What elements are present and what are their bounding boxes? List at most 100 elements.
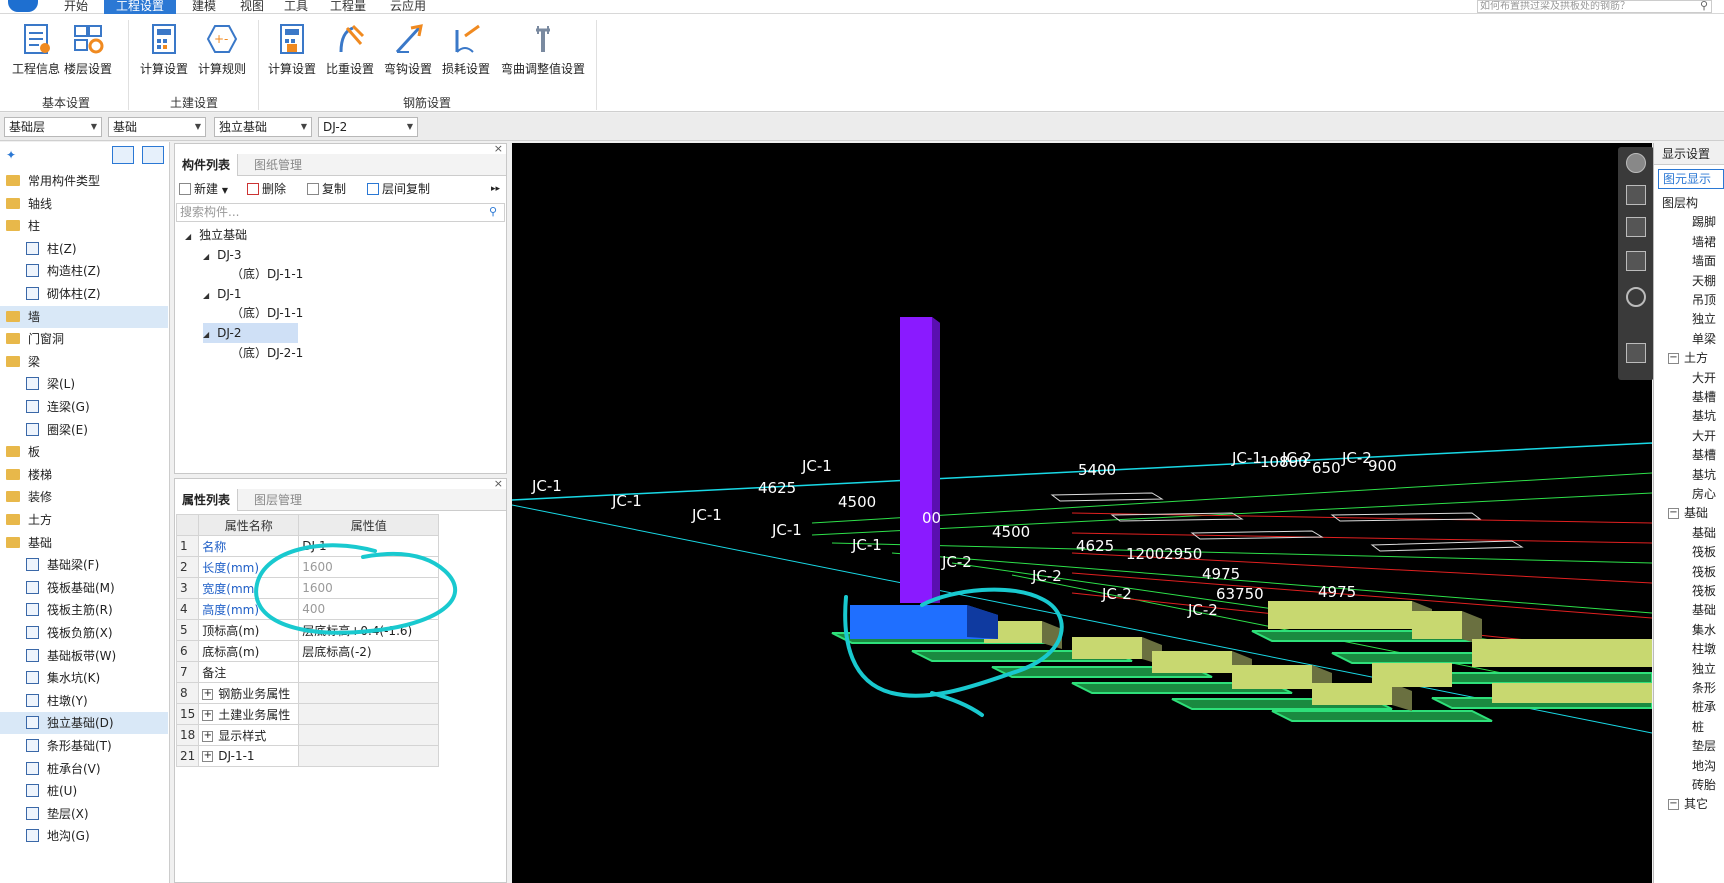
box-view-icon[interactable]	[1626, 251, 1646, 271]
more-icon[interactable]: ▸▸	[491, 180, 500, 198]
tree-item[interactable]: 墙	[0, 305, 168, 328]
display-tree-item[interactable]: 基础	[1654, 523, 1716, 544]
collapse-icon[interactable]: −	[1668, 353, 1679, 365]
display-tree-item[interactable]: 条形	[1654, 678, 1716, 699]
menu-item[interactable]: 视图	[228, 0, 276, 14]
display-tree-item[interactable]: 独立	[1654, 659, 1716, 680]
detail-view-icon[interactable]	[142, 146, 164, 164]
display-tree-item[interactable]: 筏板	[1654, 562, 1716, 583]
menu-item[interactable]: 开始	[52, 0, 100, 14]
tab-property-list[interactable]: 属性列表	[175, 489, 239, 511]
menu-item[interactable]: 工程设置	[104, 0, 177, 14]
component-tree-item[interactable]: （底）DJ-1-1	[231, 303, 303, 323]
civil-calc-settings-button[interactable]: 计算设置	[138, 22, 190, 84]
tree-item[interactable]: 梁	[0, 351, 168, 373]
display-tree-item[interactable]: 图层构	[1654, 193, 1698, 214]
display-tree-item[interactable]: 墙面	[1654, 251, 1716, 272]
menu-item[interactable]: 建模	[180, 0, 228, 14]
pin-icon[interactable]: ✦	[6, 148, 16, 162]
help-search-input[interactable]: 如何布置拱过梁及拱板处的钢筋？	[1477, 0, 1712, 13]
tree-item[interactable]: 砌体柱(Z)	[0, 283, 168, 305]
tree-item[interactable]: 垫层(X)	[0, 803, 168, 825]
tree-item[interactable]: 土方	[0, 509, 168, 531]
tab-layer-management[interactable]: 图层管理	[247, 489, 309, 511]
tree-item[interactable]: 构造柱(Z)	[0, 260, 168, 282]
tree-item[interactable]: 板	[0, 441, 168, 463]
project-info-button[interactable]: 工程信息	[10, 22, 62, 84]
display-tree-item[interactable]: 吊顶	[1654, 290, 1716, 311]
display-tree-item[interactable]: − 其它	[1654, 794, 1708, 815]
bend-adjust-settings-button[interactable]: 弯曲调整值设置	[498, 22, 588, 84]
component-tree-item[interactable]: （底）DJ-2-1	[231, 343, 303, 363]
menu-item[interactable]: 云应用	[378, 0, 438, 14]
tree-item[interactable]: 条形基础(T)	[0, 735, 168, 757]
display-tree-item[interactable]: 垫层	[1654, 736, 1716, 757]
loss-settings-button[interactable]: 损耗设置	[440, 22, 492, 84]
tree-item[interactable]: 基础板带(W)	[0, 645, 168, 667]
new-button[interactable]: 新建 ▼	[179, 180, 228, 198]
tree-item[interactable]: 筏板主筋(R)	[0, 599, 168, 621]
tab-element-display[interactable]: 图元显示	[1658, 169, 1724, 189]
display-tree-item[interactable]: 砖胎	[1654, 775, 1716, 796]
tree-item[interactable]: 门窗洞	[0, 328, 168, 350]
tree-item[interactable]: 装修	[0, 486, 168, 508]
property-value-cell[interactable]	[298, 703, 440, 725]
search-icon[interactable]: ⚲	[489, 205, 497, 218]
display-tree-item[interactable]: 单梁	[1654, 329, 1716, 350]
tree-item[interactable]: 基础	[0, 532, 168, 554]
collapse-triangle-icon[interactable]: ◢	[203, 330, 209, 339]
type-select[interactable]: 独立基础 ▼	[214, 117, 312, 137]
collapse-icon[interactable]: −	[1668, 508, 1679, 520]
tree-item[interactable]: 桩(U)	[0, 780, 168, 802]
menu-item[interactable]: 工具	[272, 0, 320, 14]
display-tree-item[interactable]: − 土方	[1654, 348, 1708, 369]
tree-item[interactable]: 筏板负筋(X)	[0, 622, 168, 644]
tree-item[interactable]: 桩承台(V)	[0, 758, 168, 780]
display-tree-item[interactable]: 柱墩	[1654, 639, 1716, 660]
app-logo-button[interactable]	[8, 0, 38, 12]
2d-view-icon[interactable]	[1626, 185, 1646, 205]
tree-item[interactable]: 集水坑(K)	[0, 667, 168, 689]
component-search-input[interactable]: 搜索构件...	[176, 203, 505, 222]
collapse-icon[interactable]: −	[1668, 799, 1679, 811]
tree-item[interactable]: 常用构件类型	[0, 170, 168, 192]
search-icon[interactable]: ⚲	[1700, 0, 1708, 12]
grid-icon[interactable]	[1626, 343, 1646, 363]
display-tree-item[interactable]: 基坑	[1654, 406, 1716, 427]
tree-item[interactable]: 地沟(G)	[0, 825, 168, 847]
menu-item[interactable]: 工程量	[318, 0, 378, 14]
display-tree-item[interactable]: 大开	[1654, 426, 1716, 447]
collapse-triangle-icon[interactable]: ◢	[203, 291, 209, 300]
hook-settings-button[interactable]: 弯钩设置	[382, 22, 434, 84]
display-tree-item[interactable]: 踢脚	[1654, 212, 1716, 233]
component-tree-item[interactable]: ◢ 独立基础	[185, 225, 247, 245]
tree-item[interactable]: 梁(L)	[0, 373, 168, 395]
tree-item[interactable]: 柱	[0, 215, 168, 237]
tree-item[interactable]: 连梁(G)	[0, 396, 168, 418]
display-tree-item[interactable]: 地沟	[1654, 756, 1716, 777]
component-select[interactable]: DJ-2 ▼	[318, 117, 418, 137]
table-row[interactable]: 7 备注	[175, 661, 440, 683]
expand-icon[interactable]: +	[202, 730, 214, 742]
display-tree-item[interactable]: 墙裙	[1654, 232, 1716, 253]
display-tree-item[interactable]: 集水	[1654, 620, 1716, 641]
display-tree-item[interactable]: 基础	[1654, 600, 1716, 621]
expand-icon[interactable]: +	[202, 688, 214, 700]
calc-rules-button[interactable]: +- 计算规则	[194, 22, 250, 84]
orbit-icon[interactable]	[1626, 153, 1646, 173]
floor-copy-button[interactable]: 层间复制	[367, 180, 430, 198]
tab-component-list[interactable]: 构件列表	[175, 154, 239, 176]
floor-settings-button[interactable]: 楼层设置	[62, 22, 114, 84]
collapse-triangle-icon[interactable]: ◢	[203, 252, 209, 261]
tree-item[interactable]: 轴线	[0, 193, 168, 215]
tree-item[interactable]: 独立基础(D)	[0, 712, 168, 735]
tree-item[interactable]: 柱墩(Y)	[0, 690, 168, 712]
display-tree-item[interactable]: 独立	[1654, 309, 1716, 330]
display-tree-item[interactable]: 筏板	[1654, 581, 1716, 602]
display-tree-item[interactable]: 大开	[1654, 368, 1716, 389]
display-tree-item[interactable]: 基槽	[1654, 445, 1716, 466]
display-tree-item[interactable]: 筏板	[1654, 542, 1716, 563]
table-row[interactable]: 15 + 土建业务属性	[175, 703, 440, 725]
tree-item[interactable]: 楼梯	[0, 464, 168, 486]
table-row[interactable]: 8 + 钢筋业务属性	[175, 682, 440, 704]
